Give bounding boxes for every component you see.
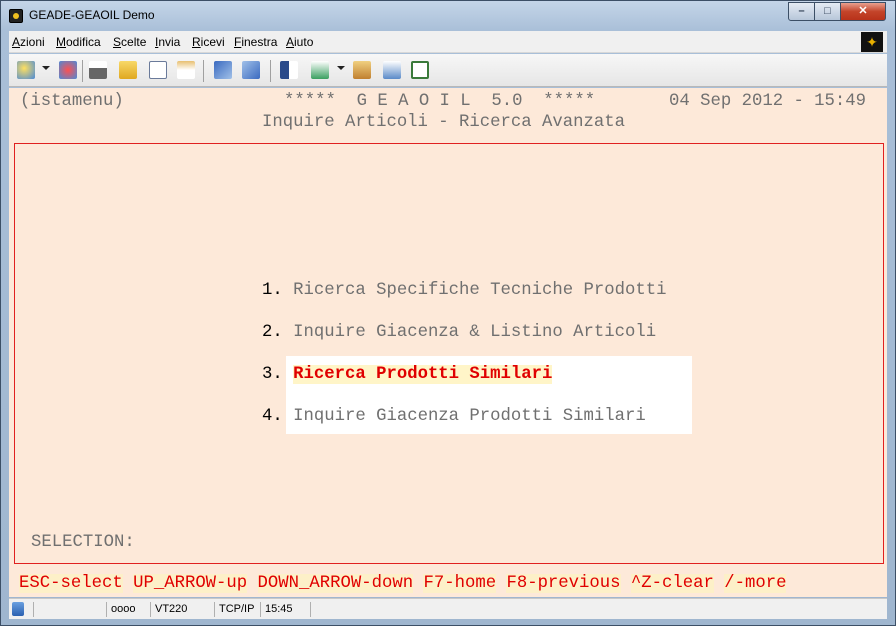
chevron-down-icon[interactable] bbox=[42, 66, 50, 70]
menu-modifica[interactable]: Modifica bbox=[56, 35, 101, 49]
fkey-esc[interactable]: ESC-select bbox=[19, 574, 123, 593]
menu-ricevi[interactable]: Ricevi bbox=[192, 35, 225, 49]
fkey-f8[interactable]: F8-previous bbox=[506, 574, 621, 593]
fkey-up[interactable]: UP_ARROW-up bbox=[133, 574, 248, 593]
menu-option-4[interactable]: 4. Inquire Giacenza Prodotti Similari bbox=[262, 407, 646, 426]
brand-logo-icon: ✦ bbox=[861, 32, 883, 52]
receive-icon[interactable] bbox=[242, 61, 260, 79]
selection-prompt: SELECTION: bbox=[31, 533, 135, 552]
menu-frame bbox=[14, 143, 884, 564]
minimize-button[interactable]: – bbox=[788, 2, 815, 21]
function-key-bar: ESC-select UP_ARROW-up DOWN_ARROW-down F… bbox=[19, 574, 787, 593]
print-icon[interactable] bbox=[89, 61, 107, 79]
status-protocol: TCP/IP bbox=[214, 602, 260, 617]
fkey-more[interactable]: /-more bbox=[724, 574, 787, 593]
maximize-button[interactable]: □ bbox=[814, 2, 841, 21]
menu-option-1[interactable]: 1. Ricerca Specifiche Tecniche Prodotti bbox=[262, 281, 666, 300]
status-bar: oooo VT220 TCP/IP 15:45 bbox=[9, 598, 887, 619]
send-icon[interactable] bbox=[214, 61, 232, 79]
screen-icon[interactable] bbox=[411, 61, 429, 79]
setup-icon[interactable] bbox=[353, 61, 371, 79]
fkey-down[interactable]: DOWN_ARROW-down bbox=[257, 574, 414, 593]
app-icon[interactable] bbox=[9, 9, 23, 23]
window-title: GEADE-GEAOIL Demo bbox=[29, 8, 155, 22]
toolbar-separator bbox=[203, 60, 204, 82]
screen-subtitle: Inquire Articoli - Ricerca Avanzata bbox=[262, 113, 625, 132]
close-button[interactable]: ✕ bbox=[840, 2, 886, 21]
fkey-clear[interactable]: ^Z-clear bbox=[630, 574, 714, 593]
app-banner: ***** G E A O I L 5.0 ***** bbox=[284, 92, 596, 111]
app-window: GEADE-GEAOIL Demo – □ ✕ Azioni Modifica … bbox=[0, 0, 896, 626]
menu-option-3-selected[interactable]: 3. Ricerca Prodotti Similari bbox=[262, 365, 553, 384]
date-time: 04 Sep 2012 - 15:49 bbox=[669, 92, 867, 111]
book-icon[interactable] bbox=[280, 61, 298, 79]
status-time: 15:45 bbox=[260, 602, 310, 617]
title-bar[interactable]: GEADE-GEAOIL Demo – □ ✕ bbox=[1, 1, 895, 31]
copy-icon[interactable] bbox=[149, 61, 167, 79]
fkey-f7[interactable]: F7-home bbox=[423, 574, 497, 593]
connection-icon bbox=[12, 602, 24, 616]
menu-azioni[interactable]: Azioni bbox=[12, 35, 45, 49]
font-icon[interactable] bbox=[311, 61, 329, 79]
program-name: (istamenu) bbox=[20, 92, 124, 111]
status-empty-cell bbox=[33, 602, 103, 617]
status-emulation: VT220 bbox=[150, 602, 214, 617]
open-folder-icon[interactable] bbox=[119, 61, 137, 79]
toolbar bbox=[9, 54, 887, 87]
terminal-screen[interactable]: (istamenu) ***** G E A O I L 5.0 ***** 0… bbox=[9, 88, 887, 597]
new-session-icon[interactable] bbox=[17, 61, 35, 79]
menu-scelte[interactable]: Scelte bbox=[113, 35, 146, 49]
toolbar-separator bbox=[270, 60, 271, 82]
chevron-down-icon[interactable] bbox=[337, 66, 345, 70]
status-indicators: oooo bbox=[106, 602, 150, 617]
menu-bar: Azioni Modifica Scelte Invia Ricevi Fine… bbox=[9, 31, 887, 53]
menu-aiuto[interactable]: Aiuto bbox=[286, 35, 313, 49]
status-empty-cell bbox=[310, 602, 370, 617]
paste-icon[interactable] bbox=[177, 61, 195, 79]
toolbar-separator bbox=[82, 60, 83, 82]
menu-option-2[interactable]: 2. Inquire Giacenza & Listino Articoli bbox=[262, 323, 656, 342]
disconnect-icon[interactable] bbox=[59, 61, 77, 79]
menu-finestra[interactable]: Finestra bbox=[234, 35, 277, 49]
menu-invia[interactable]: Invia bbox=[155, 35, 180, 49]
edit-icon[interactable] bbox=[383, 61, 401, 79]
